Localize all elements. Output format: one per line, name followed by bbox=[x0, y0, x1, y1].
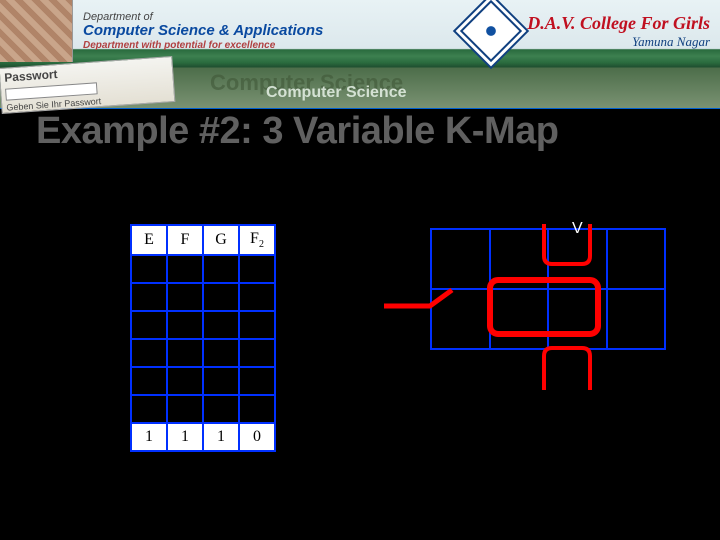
th-f2: F2 bbox=[239, 225, 275, 255]
cs-text: Computer Science bbox=[266, 84, 406, 102]
college-sub: Yamuna Nagar bbox=[527, 34, 710, 50]
kmap-label-v: V bbox=[572, 220, 583, 238]
slide-title: Example #2: 3 Variable K-Map bbox=[36, 110, 558, 153]
th-e: E bbox=[131, 225, 167, 255]
td-g: 1 bbox=[203, 423, 239, 451]
td-f: 1 bbox=[167, 423, 203, 451]
college-title: D.A.V. College For Girls bbox=[527, 13, 710, 34]
dept-subtitle: Department with potential for excellence bbox=[83, 40, 463, 51]
truth-table: E F G F2 1 1 1 0 bbox=[130, 224, 276, 452]
college-logo bbox=[463, 3, 519, 59]
college-block: D.A.V. College For Girls Yamuna Nagar bbox=[527, 13, 720, 50]
dept-title: Computer Science & Applications bbox=[83, 23, 463, 40]
department-block: Department of Computer Science & Applica… bbox=[73, 11, 463, 51]
kmap: V bbox=[430, 228, 666, 428]
th-f: F bbox=[167, 225, 203, 255]
th-g: G bbox=[203, 225, 239, 255]
banner-top: Department of Computer Science & Applica… bbox=[0, 0, 720, 62]
td-e: 1 bbox=[131, 423, 167, 451]
kmap-grid bbox=[430, 228, 666, 350]
building-photo bbox=[0, 0, 73, 62]
header-banner: Department of Computer Science & Applica… bbox=[0, 0, 720, 109]
td-f2: 0 bbox=[239, 423, 275, 451]
